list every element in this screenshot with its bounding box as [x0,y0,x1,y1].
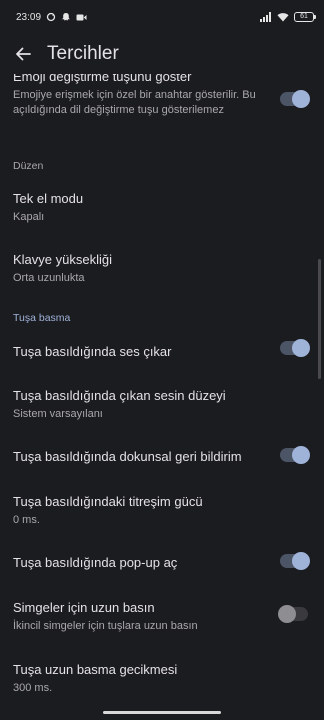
status-right: 61 [260,12,316,22]
pref-summary: Emojiye erişmek için özel bir anahtar gö… [13,89,256,116]
pref-popup-on-keypress[interactable]: Tuşa basıldığında pop-up aç [0,554,324,571]
gesture-nav-handle[interactable] [103,711,221,714]
pref-keyboard-height[interactable]: Klavye yüksekliği Orta uzunlukta [0,251,324,286]
pref-title: Simgeler için uzun basın [13,600,155,615]
pref-title: Tuşa basıldığındaki titreşim gücü [13,494,203,509]
pref-long-press-delay[interactable]: Tuşa uzun basma gecikmesi 300 ms. [0,661,324,696]
preferences-list[interactable]: Emoji değiştirme tuşunu göster Emojiye e… [0,74,324,716]
popup-on-keypress-toggle[interactable] [280,552,310,570]
arrow-back-icon [14,45,32,63]
scrollbar[interactable] [318,259,321,379]
pref-summary: Kapalı [13,211,45,223]
pref-summary: İkincil simgeler için tuşlara uzun basın [13,620,198,632]
pref-vibration-strength[interactable]: Tuşa basıldığındaki titreşim gücü 0 ms. [0,493,324,528]
toggle-thumb [278,605,296,623]
signal-icon [260,12,272,22]
pref-title: Tuşa basıldığında çıkan sesin düzeyi [13,388,226,403]
pref-title: Tuşa uzun basma gecikmesi [13,662,178,677]
pref-long-press-symbols[interactable]: Simgeler için uzun basın İkincil simgele… [0,599,324,634]
pref-title: Tuşa basıldığında dokunsal geri bildirim [13,449,242,464]
battery-level: 61 [300,13,308,20]
pref-haptic-feedback[interactable]: Tuşa basıldığında dokunsal geri bildirim [0,448,324,465]
section-header-layout: Düzen [13,160,44,172]
pref-summary: Orta uzunlukta [13,272,85,284]
long-press-symbols-toggle[interactable] [278,605,308,623]
status-bar: 23:09 61 [0,0,324,34]
sync-icon [46,12,56,22]
pref-title: Tuşa basıldığında ses çıkar [13,344,172,359]
emoji-switch-key-toggle[interactable] [280,90,310,108]
pref-title: Emoji değiştirme tuşunu göster [13,74,192,84]
pref-sound-on-keypress[interactable]: Tuşa basıldığında ses çıkar [0,343,324,360]
sound-on-keypress-toggle[interactable] [280,339,310,357]
pref-keypress-sound-volume[interactable]: Tuşa basıldığında çıkan sesin düzeyi Sis… [0,387,324,422]
haptic-feedback-toggle[interactable] [280,446,310,464]
status-time: 23:09 [16,11,42,23]
toggle-thumb [292,339,310,357]
app-bar: Tercihler [0,34,324,74]
pref-one-handed-mode[interactable]: Tek el modu Kapalı [0,190,324,225]
toggle-thumb [292,446,310,464]
status-left: 23:09 [16,12,87,23]
ghost-notification-icon [61,12,71,22]
pref-summary: 300 ms. [13,682,53,694]
pref-emoji-switch-key[interactable]: Emoji değiştirme tuşunu göster Emojiye e… [0,74,324,118]
toggle-thumb [292,552,310,570]
page-title: Tercihler [47,43,119,64]
pref-title: Klavye yüksekliği [13,252,112,267]
pref-title: Tek el modu [13,191,84,206]
toggle-thumb [292,90,310,108]
video-camera-icon [76,13,87,22]
pref-title: Tuşa basıldığında pop-up aç [13,555,178,570]
battery-icon: 61 [294,12,316,22]
wifi-icon [277,12,289,22]
section-header-keypress: Tuşa basma [13,312,71,324]
back-button[interactable] [5,36,41,72]
pref-summary: Sistem varsayılanı [13,408,103,420]
pref-summary: 0 ms. [13,514,40,526]
